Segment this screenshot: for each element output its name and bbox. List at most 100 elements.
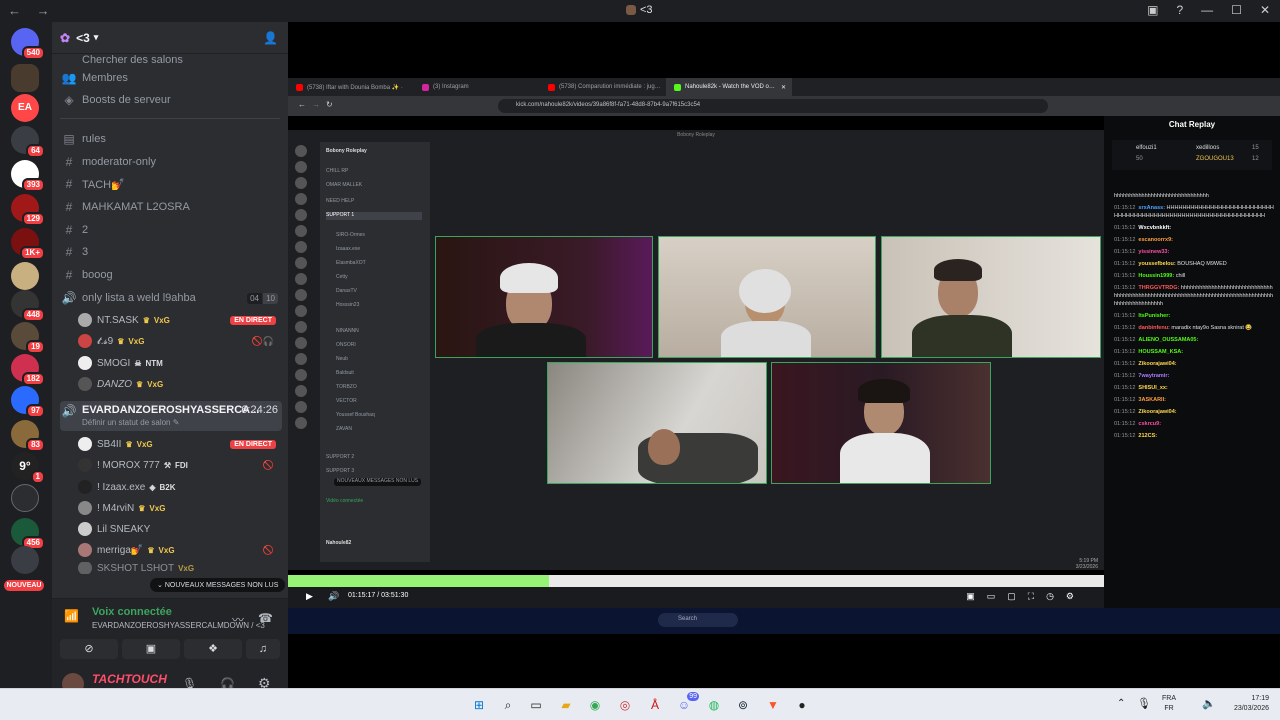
chat-username[interactable]: Zikoorajawi04: xyxy=(1138,409,1176,415)
chat-username[interactable]: escanoorrx9: xyxy=(1138,237,1173,243)
maximize-icon[interactable]: ☐ xyxy=(1231,3,1242,17)
voice-channel-evardanzo[interactable]: 🔊 EVARDANZOEROSHYASSERCA... 6:24:26 Défi… xyxy=(60,401,282,431)
server-icon[interactable]: 97 xyxy=(11,386,45,418)
voice-user[interactable]: SKSHOT LSHOT VxG xyxy=(78,562,280,574)
steam-icon[interactable]: ⊚ xyxy=(734,696,752,714)
spotify-icon[interactable]: ◍ xyxy=(705,696,723,714)
discord-icon[interactable]: ☺ 99 xyxy=(675,692,699,714)
camera-off-button[interactable]: ⊘ xyxy=(60,639,118,659)
browser-tab[interactable]: (5738) Iftar with Dounia Bomba ✨ · xyxy=(288,78,414,96)
pdf-icon[interactable]: Å xyxy=(646,696,664,714)
server-icon[interactable] xyxy=(11,546,39,574)
chat-username[interactable]: ALIENO_OUSSAMA05: xyxy=(1138,337,1198,343)
noise-suppression-icon[interactable]: 〰 xyxy=(232,611,244,628)
browser-tab[interactable]: (5738) Comparution immédiate : jug… xyxy=(540,78,666,96)
nav-arrows[interactable]: ← → xyxy=(8,3,56,18)
voice-user[interactable]: SB4II ♛ VxG EN DIRECT xyxy=(78,434,280,454)
chat-username[interactable]: 3ASKARII: xyxy=(1138,397,1166,403)
voice-user[interactable]: merriga💅 ♛ VxG 🚫 xyxy=(78,540,280,560)
voice-user[interactable]: DANZO ♛ VxG xyxy=(78,374,280,394)
brave-icon[interactable]: ▼ xyxy=(764,696,782,714)
volume-icon[interactable]: 🔊 xyxy=(328,591,339,602)
inbox-icon[interactable]: ▣ xyxy=(1147,3,1158,17)
player-settings-icons[interactable]: ▣▭▢⛶◷⚙ xyxy=(966,591,1086,602)
chat-username[interactable]: Zikoorajawi04: xyxy=(1138,361,1176,367)
play-icon[interactable]: ▶ xyxy=(306,591,313,602)
channel-3[interactable]: #3 xyxy=(60,242,282,262)
voice-user[interactable]: ! MOROX 777 ⚒ FDI 🚫 xyxy=(78,455,280,475)
soundboard-button[interactable]: ♫ xyxy=(246,639,280,659)
voice-user[interactable]: SMOGI ☠ NTM xyxy=(78,353,280,373)
channel-tach[interactable]: # TACH💅 xyxy=(60,174,282,194)
chat-username[interactable]: THRGGVTRDG: xyxy=(1138,285,1179,291)
chrome-icon[interactable]: ◉ xyxy=(586,696,604,714)
close-tab-icon[interactable]: ✕ xyxy=(781,84,786,91)
voice-user[interactable]: NT.SASK ♛ VxG EN DIRECT xyxy=(78,310,280,330)
new-messages-banner[interactable]: ⌄ NOUVEAUX MESSAGES NON LUS xyxy=(150,578,286,592)
members-item[interactable]: 👥 Membres xyxy=(60,68,282,88)
voice-connected-title[interactable]: Voix connectée xyxy=(92,606,172,618)
user-display-name[interactable]: TACHTOUCH xyxy=(92,672,167,686)
chat-username[interactable]: srxAnass: xyxy=(1138,205,1165,211)
url-field[interactable]: kick.com/nahoule82k/videos/39a86f8f-fa71… xyxy=(498,99,1048,113)
close-icon[interactable]: ✕ xyxy=(1260,3,1270,17)
server-icon[interactable]: 1K+ xyxy=(11,228,45,260)
chat-username[interactable]: danbinfenu: xyxy=(1138,325,1169,331)
browse-channels-item[interactable]: Chercher des salons xyxy=(60,54,282,66)
new-messages-pill[interactable]: NOUVEAU xyxy=(4,580,44,591)
progress-bar[interactable] xyxy=(288,575,1104,587)
language-indicator[interactable]: FRA FR xyxy=(1162,694,1176,714)
channel-moderator-only[interactable]: # moderator-only xyxy=(60,152,282,172)
server-icon[interactable] xyxy=(11,262,39,290)
chat-username[interactable]: Wxcvbnkkft: xyxy=(1138,225,1171,231)
channel-rules[interactable]: ▤ rules xyxy=(60,129,282,149)
steam-like-icon[interactable]: ◎ xyxy=(616,696,634,714)
server-icon[interactable]: 19 xyxy=(11,322,45,354)
ea-server-icon[interactable]: EA xyxy=(11,94,39,122)
clock[interactable]: 17:19 23/03/2026 xyxy=(1227,694,1269,714)
window-controls[interactable]: ▣ ? — ☐ ✕ xyxy=(1147,3,1270,17)
task-view-icon[interactable]: ▭ xyxy=(527,696,545,714)
activities-button[interactable]: ❖ xyxy=(184,639,242,659)
server-icon[interactable]: 129 xyxy=(11,194,45,226)
channel-mahkamat[interactable]: # MAHKAMAT L2OSRA xyxy=(60,197,282,217)
video-player[interactable]: Bobony Roleplay Bobony Roleplay CHILL RP… xyxy=(288,116,1104,576)
server-boosts-item[interactable]: ◈ Boosts de serveur xyxy=(60,90,282,110)
server-icon[interactable]: 182 xyxy=(11,354,45,386)
screen-share-button[interactable]: ▣ xyxy=(122,639,180,659)
voice-user[interactable]: 𝓽.𝓼9 ♛ VxG 🚫🎧 xyxy=(78,331,280,351)
server-icon[interactable]: 456 xyxy=(11,518,45,550)
server-header[interactable]: ✿ <3 ▾ 👤 xyxy=(52,22,288,54)
server-icon[interactable]: 448 xyxy=(11,290,45,322)
voice-user[interactable]: Lil SNEAKY xyxy=(78,519,280,539)
chat-username[interactable]: Houssin1999: xyxy=(1138,273,1174,279)
search-icon[interactable]: ⌕ xyxy=(499,696,517,714)
forward-icon[interactable]: → xyxy=(312,100,320,109)
add-member-icon[interactable]: 👤 xyxy=(263,31,278,45)
browser-tab-active[interactable]: Nahoule82k - Watch the VOD o… ✕ xyxy=(666,78,792,96)
voice-user[interactable]: ! M4rviN ♛ VxG xyxy=(78,498,280,518)
server-icon[interactable]: 393 xyxy=(11,160,45,192)
windows-start-icon[interactable]: ⊞ xyxy=(470,696,488,714)
direct-messages-icon[interactable]: 540 xyxy=(11,28,45,60)
chat-username[interactable]: HOUSSAM_KSA: xyxy=(1138,349,1183,355)
disconnect-icon[interactable]: ☎ xyxy=(258,611,273,625)
file-explorer-icon[interactable]: ▰ xyxy=(557,696,575,714)
voice-user[interactable]: ! Izaax.exe ◈ B2K xyxy=(78,477,280,497)
server-icon[interactable] xyxy=(11,64,39,92)
server-icon[interactable]: 83 xyxy=(11,420,45,452)
chat-username[interactable]: youssefbelou: xyxy=(1138,261,1175,267)
chat-username[interactable]: 7waytramir: xyxy=(1138,373,1169,379)
help-icon[interactable]: ? xyxy=(1176,3,1183,17)
tray-chevron-icon[interactable]: ⌃ xyxy=(1117,698,1125,709)
speaker-icon[interactable]: 🔈 xyxy=(1202,697,1216,710)
voice-channel-only-lista[interactable]: 🔊 only lista a weld l9ahba 04 10 xyxy=(60,288,282,308)
server-icon[interactable]: 9° 1 xyxy=(11,452,45,484)
channel-booog[interactable]: # booog xyxy=(60,265,282,285)
browser-tab[interactable]: (3) Instagram xyxy=(414,78,540,96)
channel-status[interactable]: Définir un statut de salon ✎ xyxy=(82,418,179,427)
server-icon[interactable] xyxy=(11,484,39,512)
chat-username[interactable]: cskrcu9: xyxy=(1138,421,1161,427)
channel-2[interactable]: #2 xyxy=(60,220,282,240)
server-icon[interactable]: 64 xyxy=(11,126,45,158)
